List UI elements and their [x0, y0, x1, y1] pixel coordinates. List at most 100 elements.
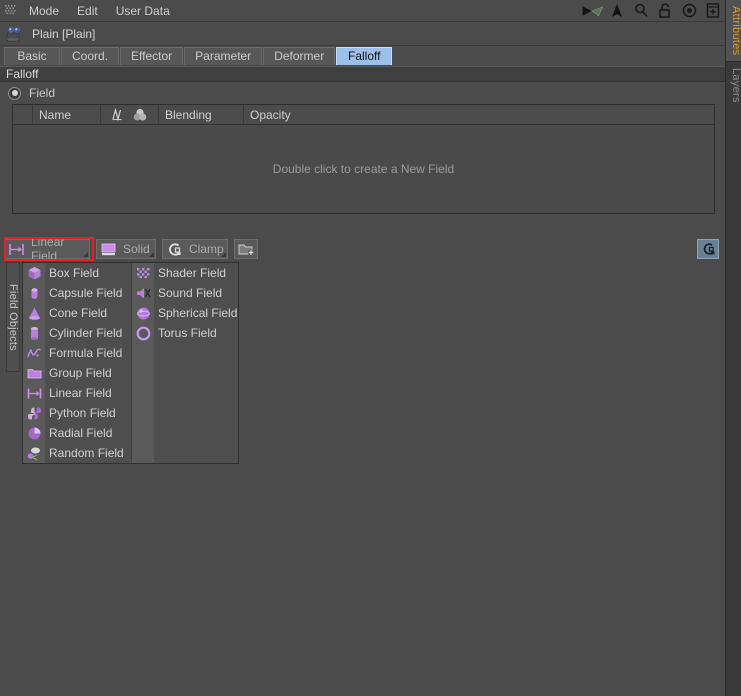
radio-selected-icon[interactable] [8, 86, 21, 100]
color-blend-icon [132, 108, 148, 122]
menu-item-sound-field-label: Sound Field [158, 286, 223, 300]
menu-item-cone-field[interactable]: Cone Field [23, 303, 131, 323]
menu-item-spherical-field-label: Spherical Field [158, 306, 238, 320]
navigate-back-icon[interactable] [581, 0, 605, 22]
remap-button[interactable] [697, 239, 719, 259]
right-dock-tabs: Attributes Layers [725, 0, 741, 696]
group-field-icon [26, 365, 43, 382]
column-header-blending[interactable]: Blending [159, 105, 244, 124]
menu-item-group-field-label: Group Field [49, 366, 112, 380]
side-tab-attributes[interactable]: Attributes [726, 0, 741, 63]
column-header-name[interactable]: Name [33, 105, 101, 124]
tab-effector[interactable]: Effector [120, 47, 184, 65]
menu-item-box-field[interactable]: Box Field [23, 263, 131, 283]
object-name-label: Plain [Plain] [32, 26, 96, 41]
column-header-opacity[interactable]: Opacity [244, 105, 714, 124]
linear-field-button-label: Linear Field [31, 235, 65, 263]
menu-item-torus-field-label: Torus Field [158, 326, 217, 340]
python-field-icon [26, 405, 43, 422]
popup-left-column: Box Field Capsule Field Cone Field Cylin… [23, 263, 132, 463]
clamp-layer-button[interactable]: Clamp [162, 239, 228, 259]
field-list-empty-message: Double click to create a New Field [272, 162, 455, 176]
field-objects-popup-menu[interactable]: Box Field Capsule Field Cone Field Cylin… [22, 262, 239, 464]
field-toolbar: Linear Field Solid Clamp [0, 235, 725, 263]
clamp-layer-button-label: Clamp [189, 242, 224, 256]
menu-item-radial-field-label: Radial Field [49, 426, 113, 440]
menu-item-linear-field-label: Linear Field [49, 386, 112, 400]
menu-item-radial-field[interactable]: Radial Field [23, 423, 131, 443]
formula-field-icon [26, 345, 43, 362]
menu-item-spherical-field[interactable]: Spherical Field [132, 303, 238, 323]
field-mode-label: Field [29, 86, 56, 100]
menu-item-python-field-label: Python Field [49, 406, 116, 420]
menu-item-formula-field-label: Formula Field [49, 346, 123, 360]
solid-layer-icon [100, 242, 117, 257]
shader-field-icon [135, 265, 152, 282]
menu-item-group-field[interactable]: Group Field [23, 363, 131, 383]
menu-item-edit[interactable]: Edit [68, 0, 107, 22]
main-panel: Mode Edit User Data Plain [Plain] Basic … [0, 0, 725, 696]
box-field-icon [26, 265, 43, 282]
menu-item-cone-field-label: Cone Field [49, 306, 108, 320]
menu-item-cylinder-field[interactable]: Cylinder Field [23, 323, 131, 343]
menu-bar: Mode Edit User Data [0, 0, 725, 22]
field-list-body[interactable]: Double click to create a New Field [13, 125, 714, 213]
menu-item-user-data[interactable]: User Data [107, 0, 179, 22]
lock-open-icon[interactable] [653, 0, 677, 22]
menu-item-cylinder-field-label: Cylinder Field [49, 326, 123, 340]
new-panel-icon[interactable] [701, 0, 725, 22]
clamp-layer-button-corner [221, 252, 226, 257]
remap-icon [701, 242, 716, 256]
menu-item-linear-field[interactable]: Linear Field [23, 383, 131, 403]
add-folder-icon [238, 242, 255, 256]
linear-field-button[interactable]: Linear Field [4, 235, 90, 263]
column-header-enable[interactable] [13, 105, 33, 124]
tab-falloff[interactable]: Falloff [336, 47, 393, 65]
object-title-row: Plain [Plain] [0, 22, 725, 46]
tab-parameter[interactable]: Parameter [184, 47, 263, 65]
clamp-layer-icon [166, 242, 183, 257]
falloff-section-header[interactable]: Falloff [0, 66, 725, 82]
capsule-field-icon [26, 285, 43, 302]
menu-item-box-field-label: Box Field [49, 266, 100, 280]
add-folder-button[interactable] [234, 239, 258, 259]
field-objects-strip-label: Field Objects [7, 283, 19, 351]
solid-layer-button[interactable]: Solid [96, 239, 156, 259]
tab-basic[interactable]: Basic [4, 47, 60, 65]
cylinder-field-icon [26, 325, 43, 342]
menu-item-capsule-field[interactable]: Capsule Field [23, 283, 131, 303]
linear-field-icon [26, 385, 43, 402]
search-icon[interactable] [629, 0, 653, 22]
menu-item-torus-field[interactable]: Torus Field [132, 323, 238, 343]
curve-icon [111, 108, 128, 121]
menu-item-sound-field[interactable]: Sound Field [132, 283, 238, 303]
popup-right-column: Shader Field Sound Field Spherical Field… [132, 263, 238, 463]
linear-field-button-corner [83, 252, 88, 257]
menu-item-formula-field[interactable]: Formula Field [23, 343, 131, 363]
column-header-mode[interactable] [101, 105, 159, 124]
menu-item-shader-field[interactable]: Shader Field [132, 263, 238, 283]
random-field-icon [26, 445, 43, 462]
field-objects-strip[interactable]: Field Objects [6, 262, 20, 372]
tab-coord[interactable]: Coord. [61, 47, 120, 65]
menu-item-shader-field-label: Shader Field [158, 266, 227, 280]
target-icon[interactable] [677, 0, 701, 22]
pointer-arrow-icon[interactable] [605, 0, 629, 22]
torus-field-icon [135, 325, 152, 342]
field-list[interactable]: Name Blending Opacity Double click to cr… [12, 104, 715, 214]
menu-item-mode[interactable]: Mode [20, 0, 68, 22]
side-tab-layers[interactable]: Layers [726, 62, 741, 109]
tab-deformer[interactable]: Deformer [263, 47, 336, 65]
grip-dots-icon[interactable] [0, 0, 20, 22]
menu-item-python-field[interactable]: Python Field [23, 403, 131, 423]
menu-item-random-field-label: Random Field [49, 446, 124, 460]
field-list-header: Name Blending Opacity [13, 105, 714, 125]
radial-field-icon [26, 425, 43, 442]
falloff-section-title: Falloff [6, 67, 39, 81]
menu-item-random-field[interactable]: Random Field [23, 443, 131, 463]
spherical-field-icon [135, 305, 152, 322]
sound-field-icon [135, 285, 152, 302]
attributes-manager-window: Mode Edit User Data Plain [Plain] Basic … [0, 0, 741, 696]
solid-layer-button-corner [149, 252, 154, 257]
linear-field-icon [8, 242, 25, 257]
